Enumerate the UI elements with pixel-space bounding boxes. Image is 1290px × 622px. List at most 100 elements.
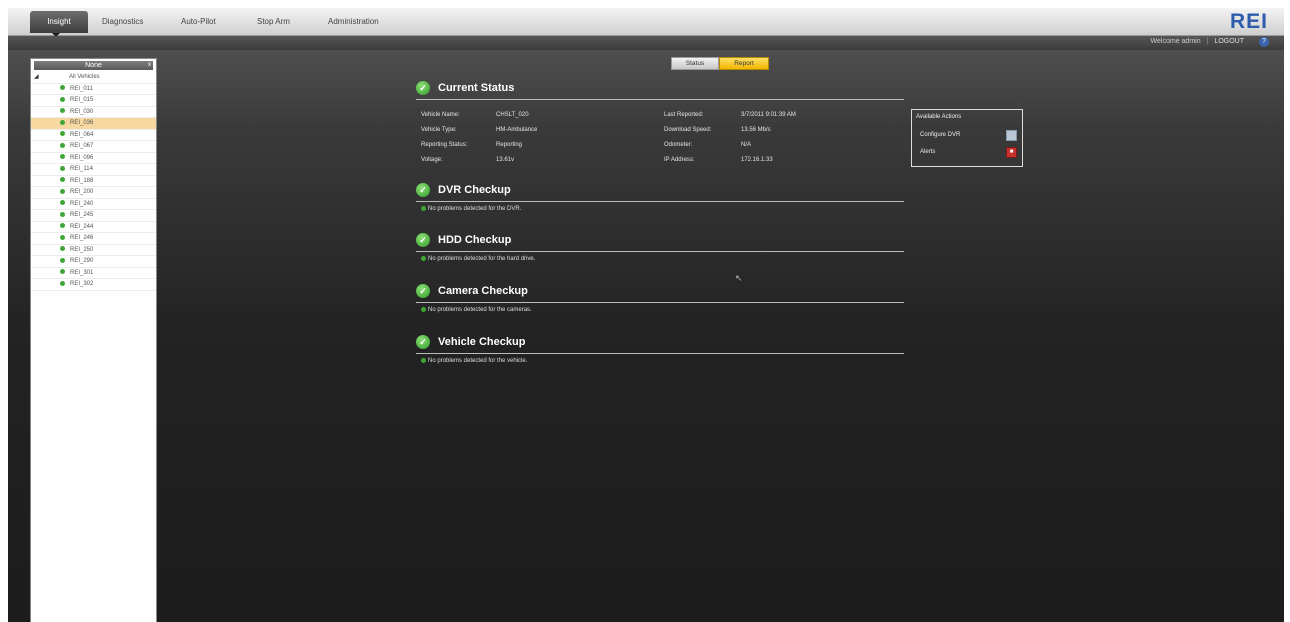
alerts-label: Alerts — [920, 149, 936, 155]
vehicle-status-icon — [60, 131, 65, 137]
tab-stop-arm[interactable]: Stop Arm — [251, 13, 296, 31]
status-button[interactable]: Status — [671, 57, 719, 70]
check-icon: ✓ — [416, 81, 430, 95]
vehicle-list-item[interactable]: REI_301 — [31, 268, 156, 279]
current-status-header: ✓ Current Status — [416, 81, 904, 100]
vehicle-list-item[interactable]: REI_246 — [31, 233, 156, 245]
vehicle-list-item[interactable]: REI_067 — [31, 141, 156, 153]
voltage-label: Voltage: — [421, 157, 443, 163]
last-reported-label: Last Reported: — [664, 112, 704, 118]
vehicle-label: REI_250 — [70, 246, 94, 253]
configure-dvr-icon[interactable] — [1006, 130, 1017, 141]
alerts-icon[interactable]: ■ — [1006, 147, 1017, 158]
vehicle-label: REI_114 — [70, 166, 93, 172]
vehicle-list-item[interactable]: REI_114 — [31, 164, 156, 176]
configure-dvr-label: Configure DVR — [920, 132, 961, 138]
tab-insight[interactable]: Insight — [30, 11, 88, 33]
vehicle-list-item[interactable]: REI_036 — [31, 118, 156, 130]
vehicle-sidebar: None x ◢ All Vehicles REI_011 REI_015 REI_… — [30, 58, 157, 622]
vehicle-type-value: HM-Ambulance — [496, 127, 538, 133]
vehicle-list-item[interactable]: REI_011 — [31, 84, 156, 95]
vehicle-list-item[interactable]: REI_064 — [31, 130, 156, 141]
vehicle-list-item[interactable]: REI_250 — [31, 245, 156, 256]
vehicle-status-icon — [60, 257, 65, 263]
check-icon: ✓ — [416, 233, 430, 247]
close-icon[interactable]: x — [148, 61, 151, 70]
help-icon[interactable]: ? — [1259, 37, 1269, 47]
hdd-checkup-text: No problems detected for the hard drive. — [428, 256, 536, 262]
vehicle-status-icon — [60, 119, 65, 125]
vehicle-status-icon — [60, 188, 65, 194]
vehicle-label: REI_030 — [70, 108, 94, 115]
vehicle-name-label: Vehicle Name: — [421, 112, 460, 118]
download-speed-label: Download Speed: — [664, 127, 712, 133]
vehicle-type-label: Vehicle Type: — [421, 127, 457, 133]
camera-checkup-title: Camera Checkup — [438, 285, 528, 297]
vehicle-status-icon — [60, 223, 65, 229]
vehicle-list-item[interactable]: REI_245 — [31, 210, 156, 222]
vehicle-list-item[interactable]: REI_096 — [31, 153, 156, 164]
report-button[interactable]: Report — [719, 57, 769, 70]
vehicle-list-item[interactable]: REI_030 — [31, 107, 156, 118]
vehicle-list-item[interactable]: REI_240 — [31, 199, 156, 210]
tab-auto-pilot[interactable]: Auto-Pilot — [175, 13, 222, 31]
vehicle-list-item[interactable]: REI_244 — [31, 222, 156, 233]
status-ok-icon — [421, 306, 426, 312]
camera-checkup-text: No problems detected for the cameras. — [428, 307, 532, 313]
last-reported-value: 3/7/2011 9:01:39 AM — [741, 112, 796, 118]
sidebar-filter-label: None — [85, 62, 102, 69]
camera-checkup-header: ✓ Camera Checkup — [416, 284, 904, 303]
vehicle-label: REI_302 — [70, 281, 94, 287]
voltage-value: 13.61v — [496, 157, 515, 163]
vehicle-label: REI_301 — [70, 269, 94, 276]
logout-link[interactable]: LOGOUT — [1214, 38, 1244, 45]
status-ok-icon — [421, 357, 426, 363]
vehicle-status-icon — [60, 85, 65, 91]
expand-icon[interactable]: ◢ — [34, 72, 39, 83]
vehicle-status-icon — [60, 96, 65, 102]
camera-checkup-note: No problems detected for the cameras. — [421, 306, 532, 315]
dvr-checkup-note: No problems detected for the DVR. — [421, 205, 521, 214]
app-frame: Insight Diagnostics Auto-Pilot Stop Arm … — [8, 8, 1284, 622]
download-speed-value: 13.56 Mb/s — [741, 127, 771, 133]
vehicle-status-icon — [60, 108, 65, 114]
tab-administration[interactable]: Administration — [322, 13, 385, 31]
hdd-checkup-header: ✓ HDD Checkup — [416, 233, 904, 252]
vehicle-status-icon — [60, 200, 65, 206]
vehicle-checkup-text: No problems detected for the vehicle. — [428, 358, 528, 364]
vehicle-label: REI_188 — [70, 177, 94, 184]
status-right-values: 3/7/2011 9:01:39 AM 13.56 Mb/s N/A 172.1… — [741, 111, 796, 164]
vehicle-label: REI_244 — [70, 223, 94, 230]
status-ok-icon — [421, 255, 426, 261]
vehicle-status-icon — [60, 165, 65, 171]
vehicle-list-item[interactable]: REI_200 — [31, 187, 156, 199]
current-status-title: Current Status — [438, 82, 515, 94]
user-info: Welcome admin | LOGOUT — [1151, 38, 1244, 45]
vehicle-label: REI_246 — [70, 235, 94, 241]
reporting-status-value: Reporting — [496, 142, 523, 148]
vehicle-label: REI_200 — [70, 189, 94, 195]
vehicle-list-item[interactable]: REI_015 — [31, 95, 156, 107]
vehicle-list: REI_011 REI_015 REI_030 REI_036 REI_064 REI_0… — [31, 84, 156, 291]
status-left-values: CHSLT_020 HM-Ambulance Reporting 13.61v — [496, 111, 537, 164]
vehicle-list-item[interactable]: REI_302 — [31, 279, 156, 291]
sidebar-header[interactable]: None x — [34, 61, 153, 70]
vehicle-checkup-note: No problems detected for the vehicle. — [421, 357, 527, 366]
dvr-checkup-title: DVR Checkup — [438, 184, 511, 196]
status-right-labels: Last Reported: Download Speed: Odometer:… — [664, 111, 711, 164]
vehicle-name-value: CHSLT_020 — [496, 112, 529, 118]
check-icon: ✓ — [416, 335, 430, 349]
vehicle-label: REI_245 — [70, 212, 94, 218]
tab-diagnostics[interactable]: Diagnostics — [96, 13, 149, 31]
vehicle-status-icon — [60, 177, 65, 183]
ip-address-label: IP Address: — [664, 157, 695, 163]
vehicle-checkup-title: Vehicle Checkup — [438, 336, 526, 348]
vehicle-label: REI_036 — [70, 120, 94, 126]
vehicle-status-icon — [60, 246, 65, 252]
vehicle-label: REI_067 — [70, 143, 94, 149]
status-left-labels: Vehicle Name: Vehicle Type: Reporting St… — [421, 111, 467, 164]
vehicle-list-item[interactable]: REI_188 — [31, 176, 156, 187]
tree-root-all-vehicles[interactable]: ◢ All Vehicles — [31, 72, 156, 84]
check-icon: ✓ — [416, 284, 430, 298]
vehicle-list-item[interactable]: REI_290 — [31, 256, 156, 268]
